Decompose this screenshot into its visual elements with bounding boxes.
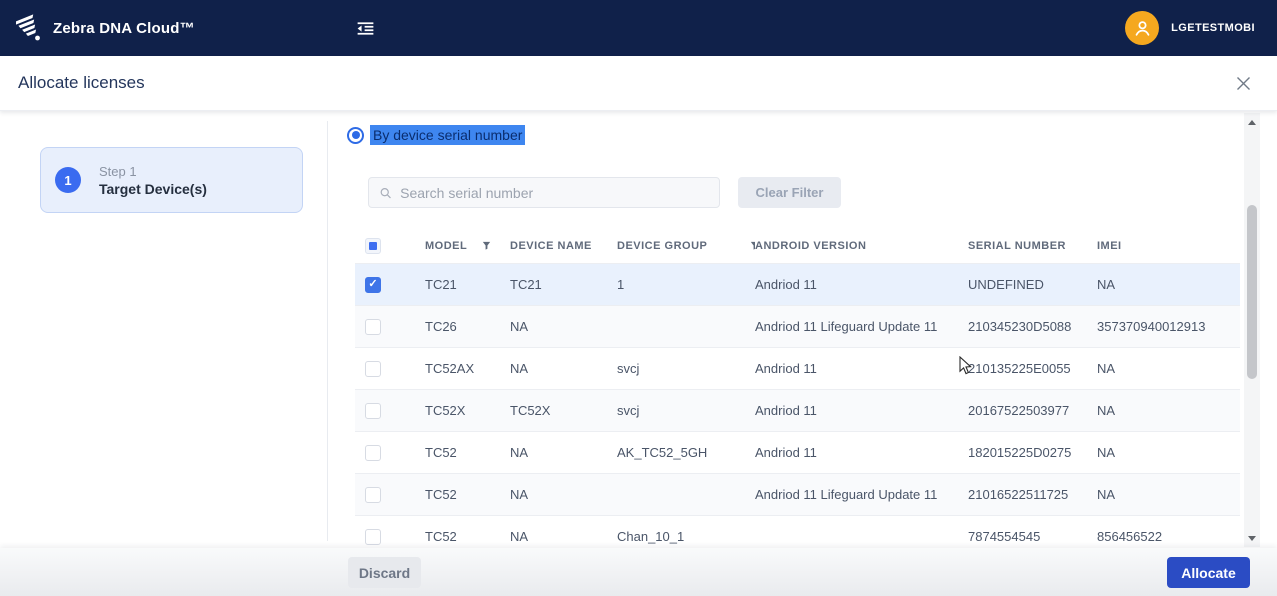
cell-model: TC52AX bbox=[425, 361, 475, 376]
cell-imei: NA bbox=[1097, 445, 1116, 460]
row-checkbox[interactable] bbox=[365, 486, 381, 503]
cell-android-version: Andriod 11 bbox=[755, 361, 817, 376]
zebra-logo bbox=[16, 12, 43, 44]
cell-device-name: TC52X bbox=[510, 403, 551, 418]
person-icon bbox=[1135, 20, 1149, 36]
cell-device-group: Chan_10_1 bbox=[617, 529, 685, 544]
step-title: Target Device(s) bbox=[99, 180, 207, 197]
table-row[interactable]: TC52 NA Andriod 11 Lifeguard Update 11 2… bbox=[355, 474, 1240, 516]
col-device-group: DEVICE GROUP bbox=[617, 240, 755, 252]
cell-model: TC52X bbox=[425, 403, 466, 418]
clear-filter-button[interactable]: Clear Filter bbox=[738, 177, 841, 208]
row-checkbox[interactable] bbox=[365, 276, 381, 293]
top-nav-bar: Zebra DNA Cloud™ LGETESTMOBI bbox=[0, 0, 1277, 56]
cell-imei: NA bbox=[1097, 361, 1116, 376]
cell-device-name: NA bbox=[510, 529, 529, 544]
cell-device-group: svcj bbox=[617, 403, 640, 418]
page-title: Allocate licenses bbox=[18, 73, 145, 92]
username-label: LGETESTMOBI bbox=[1171, 22, 1255, 34]
cell-model: TC26 bbox=[425, 319, 457, 334]
cell-imei: NA bbox=[1097, 487, 1116, 502]
device-table: MODEL DEVICE NAME DEVICE GROUP ANDROID V… bbox=[355, 228, 1240, 548]
table-row[interactable]: TC52 NA AK_TC52_5GH Andriod 11 182015225… bbox=[355, 432, 1240, 474]
table-row[interactable]: TC21 TC21 1 Andriod 11 UNDEFINED NA bbox=[355, 264, 1240, 306]
select-all-checkbox[interactable] bbox=[365, 237, 381, 254]
cell-model: TC21 bbox=[425, 277, 457, 292]
table-header-row: MODEL DEVICE NAME DEVICE GROUP ANDROID V… bbox=[355, 228, 1240, 264]
cell-imei: NA bbox=[1097, 277, 1116, 292]
cell-serial: 210345230D5088 bbox=[968, 319, 1072, 334]
step-card-target-devices[interactable]: 1 Step 1 Target Device(s) bbox=[40, 147, 303, 213]
modal-body: 1 Step 1 Target Device(s) By device seri… bbox=[0, 111, 1277, 548]
search-serial-input[interactable] bbox=[400, 184, 709, 201]
allocate-licenses-screen: Zebra DNA Cloud™ LGETESTMOBI Allocate li… bbox=[0, 0, 1277, 596]
cell-android-version: Andriod 11 Lifeguard Update 11 bbox=[755, 319, 938, 334]
allocate-button[interactable]: Allocate bbox=[1167, 557, 1250, 588]
cell-serial: 182015225D0275 bbox=[968, 445, 1072, 460]
row-checkbox[interactable] bbox=[365, 360, 381, 377]
cell-android-version: Andriod 11 bbox=[755, 403, 817, 418]
search-box bbox=[368, 177, 720, 208]
collapse-menu-icon[interactable] bbox=[355, 18, 376, 39]
close-icon[interactable] bbox=[1236, 76, 1251, 91]
cell-device-group: 1 bbox=[617, 277, 625, 292]
cell-device-name: TC21 bbox=[510, 277, 542, 292]
cell-device-group: svcj bbox=[617, 361, 640, 376]
col-imei: IMEI bbox=[1097, 239, 1122, 252]
cell-serial: 7874554545 bbox=[968, 529, 1041, 544]
col-device-name: DEVICE NAME bbox=[510, 239, 592, 252]
cell-imei: NA bbox=[1097, 403, 1116, 418]
cell-imei: 357370940012913 bbox=[1097, 319, 1206, 334]
cell-android-version: Andriod 11 Lifeguard Update 11 bbox=[755, 487, 938, 502]
cell-serial: 21016522511725 bbox=[968, 487, 1069, 502]
cell-model: TC52 bbox=[425, 487, 457, 502]
cell-device-name: NA bbox=[510, 445, 529, 460]
table-row[interactable]: TC26 NA Andriod 11 Lifeguard Update 11 2… bbox=[355, 306, 1240, 348]
table-row[interactable]: TC52AX NA svcj Andriod 11 210135225E0055… bbox=[355, 348, 1240, 390]
radio-dot bbox=[351, 131, 360, 139]
modal-header: Allocate licenses bbox=[0, 56, 1277, 111]
brand-title: Zebra DNA Cloud™ bbox=[53, 19, 195, 37]
step-number-badge: 1 bbox=[55, 167, 81, 193]
step-label: Step 1 bbox=[99, 163, 137, 179]
cell-imei: 856456522 bbox=[1097, 529, 1163, 544]
cell-android-version: Andriod 11 bbox=[755, 445, 817, 460]
scroll-down-arrow-icon[interactable] bbox=[1244, 531, 1260, 545]
cell-model: TC52 bbox=[425, 529, 457, 544]
row-checkbox[interactable] bbox=[365, 444, 381, 461]
discard-button[interactable]: Discard bbox=[348, 557, 421, 588]
table-row[interactable]: TC52 NA Chan_10_1 7874554545 856456522 bbox=[355, 516, 1240, 548]
scroll-up-arrow-icon[interactable] bbox=[1244, 115, 1260, 129]
radio-by-serial-number[interactable] bbox=[347, 126, 364, 144]
sidebar-divider bbox=[327, 121, 328, 541]
row-checkbox[interactable] bbox=[365, 318, 381, 335]
cell-serial: UNDEFINED bbox=[968, 277, 1044, 292]
filter-icon-model[interactable] bbox=[481, 240, 492, 251]
col-android-version: ANDROID VERSION bbox=[755, 239, 867, 252]
modal-footer: Discard Allocate bbox=[0, 548, 1277, 596]
cell-android-version: Andriod 11 bbox=[755, 277, 817, 292]
col-model: MODEL bbox=[425, 240, 510, 252]
cell-device-name: NA bbox=[510, 487, 529, 502]
search-icon bbox=[380, 187, 391, 198]
cell-serial: 210135225E0055 bbox=[968, 361, 1071, 376]
col-serial-number: SERIAL NUMBER bbox=[968, 239, 1066, 252]
cell-serial: 20167522503977 bbox=[968, 403, 1070, 418]
cell-model: TC52 bbox=[425, 445, 457, 460]
cell-device-name: NA bbox=[510, 319, 529, 334]
user-avatar[interactable] bbox=[1125, 11, 1160, 45]
radio-label[interactable]: By device serial number bbox=[370, 125, 526, 145]
row-checkbox[interactable] bbox=[365, 402, 381, 419]
row-checkbox[interactable] bbox=[365, 528, 381, 545]
cell-device-group: AK_TC52_5GH bbox=[617, 445, 708, 460]
scrollbar-thumb[interactable] bbox=[1247, 205, 1257, 379]
vertical-scrollbar[interactable] bbox=[1244, 113, 1260, 547]
cell-device-name: NA bbox=[510, 361, 529, 376]
table-row[interactable]: TC52X TC52X svcj Andriod 11 201675225039… bbox=[355, 390, 1240, 432]
